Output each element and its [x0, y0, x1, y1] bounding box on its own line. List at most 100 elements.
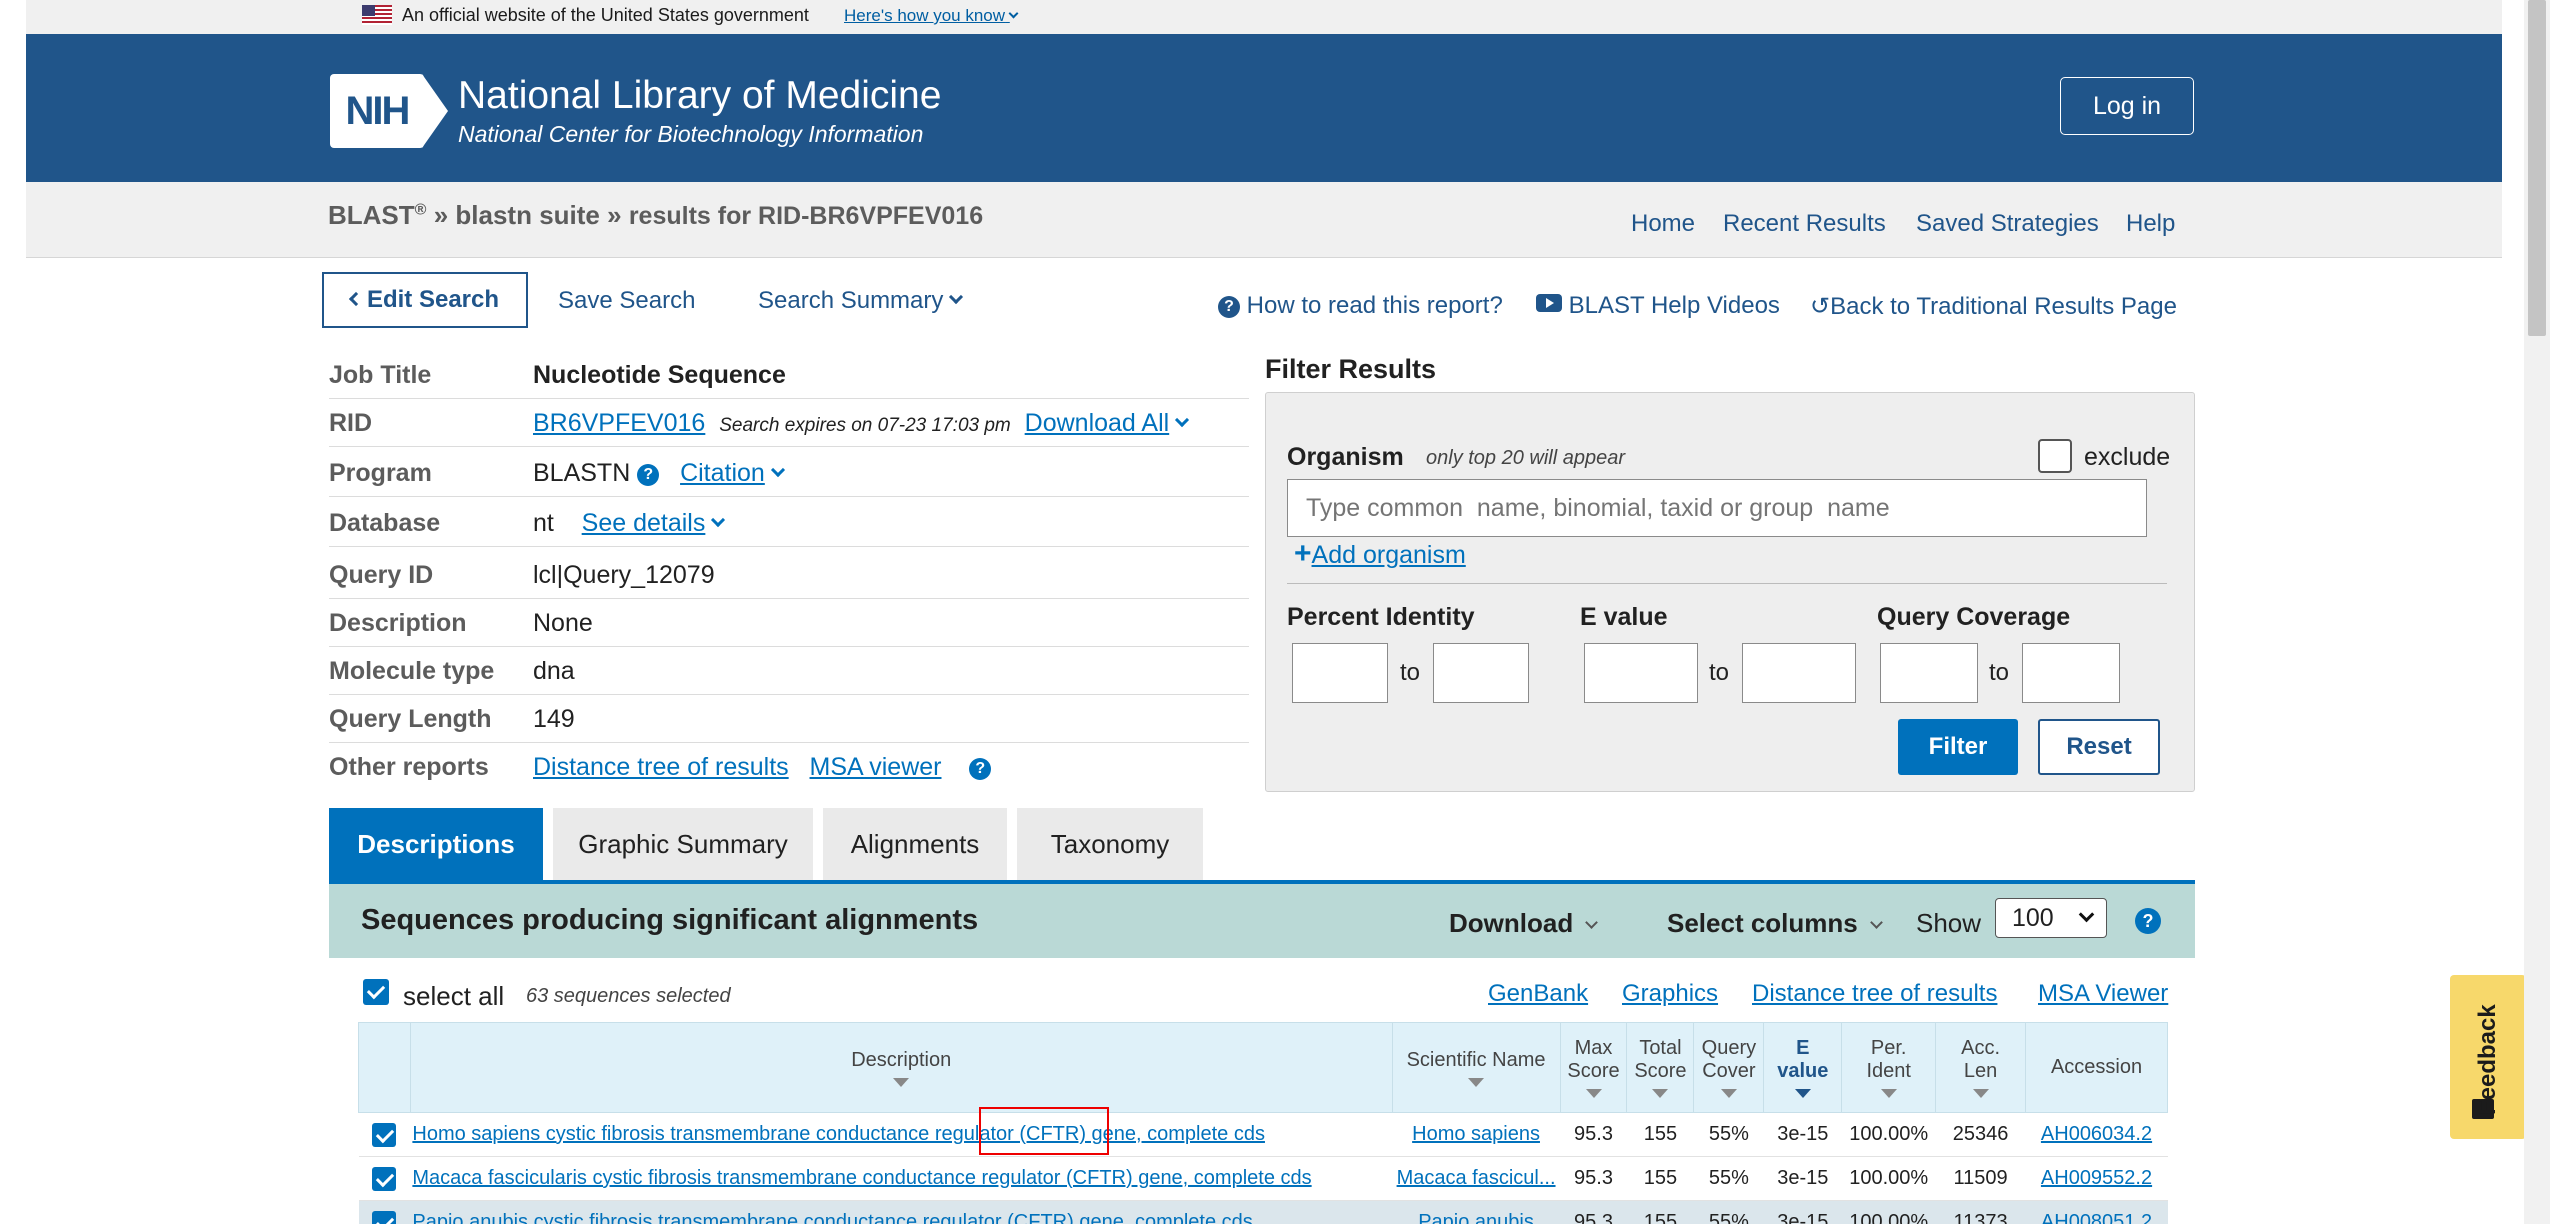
col-total-score[interactable]: Total Score [1626, 1022, 1695, 1113]
tab-alignments[interactable]: Alignments [823, 808, 1007, 880]
feedback-button[interactable]: Feedback [2450, 975, 2526, 1139]
nav-saved-strategies[interactable]: Saved Strategies [1916, 210, 2099, 238]
add-organism-link[interactable]: +Add organism [1294, 537, 1466, 571]
e-value-from[interactable] [1584, 643, 1698, 703]
help-circle-icon[interactable]: ? [2135, 908, 2161, 934]
program-value: BLASTN [533, 459, 631, 487]
row-checkbox[interactable] [372, 1166, 397, 1191]
tab-taxonomy[interactable]: Taxonomy [1017, 808, 1203, 880]
tab-graphic-summary[interactable]: Graphic Summary [553, 808, 813, 880]
nlm-header: NIH National Library of Medicine Nationa… [26, 34, 2502, 182]
save-search-link[interactable]: Save Search [558, 287, 695, 315]
molecule-type-value: dna [533, 657, 575, 685]
row-accession-link[interactable]: AH008051.2 [2041, 1211, 2152, 1224]
col-acc-len[interactable]: Acc. Len [1935, 1022, 2027, 1113]
msa-viewer-link[interactable]: MSA viewer [810, 753, 942, 781]
nav-recent-results[interactable]: Recent Results [1723, 210, 1886, 238]
query-coverage-from[interactable] [1880, 643, 1978, 703]
how-to-read-link[interactable]: ? How to read this report? [1218, 292, 1503, 320]
distance-tree-link-2[interactable]: Distance tree of results [1752, 980, 1997, 1008]
e-value-label: E value [1580, 603, 1668, 631]
download-dropdown[interactable]: Download [1449, 908, 1599, 939]
breadcrumb-blast[interactable]: BLAST [328, 200, 415, 230]
distance-tree-link[interactable]: Distance tree of results [533, 753, 789, 781]
table-row[interactable]: Papio anubis cystic fibrosis transmembra… [358, 1200, 2168, 1224]
e-value-to[interactable] [1742, 643, 1856, 703]
row-description-link[interactable]: Papio anubis cystic fibrosis transmembra… [412, 1211, 1252, 1224]
blast-help-videos-link[interactable]: BLAST Help Videos [1536, 292, 1780, 320]
sort-icon [1794, 1089, 1811, 1098]
col-scientific-name[interactable]: Scientific Name [1391, 1022, 1561, 1113]
reset-button[interactable]: Reset [2038, 719, 2160, 775]
query-coverage-to[interactable] [2022, 643, 2120, 703]
exclude-label: exclude [2084, 443, 2171, 471]
graphics-link[interactable]: Graphics [1622, 980, 1718, 1008]
nih-logo[interactable]: NIH [330, 74, 448, 148]
row-max-score: 95.3 [1560, 1200, 1627, 1224]
chevron-down-icon [949, 289, 964, 305]
edit-search-button[interactable]: Edit Search [322, 272, 528, 328]
row-scientific-name-link[interactable]: Homo sapiens [1412, 1123, 1540, 1145]
heres-how-you-know-link[interactable]: Here's how you know [844, 6, 1019, 26]
nlm-title[interactable]: National Library of Medicine [458, 74, 941, 118]
query-id-row: Query ID lcl|Query_12079 [329, 551, 1249, 599]
row-description-link[interactable]: Homo sapiens cystic fibrosis transmembra… [412, 1123, 1265, 1145]
percent-identity-from[interactable] [1292, 643, 1388, 703]
breadcrumb-blastn-suite[interactable]: blastn suite [455, 200, 599, 230]
help-circle-icon[interactable]: ? [969, 758, 992, 780]
show-count-select[interactable]: 100 [1995, 898, 2107, 938]
rid-expires: Search expires on 07-23 17:03 pm [719, 415, 1011, 436]
login-button[interactable]: Log in [2060, 77, 2194, 135]
filter-button[interactable]: Filter [1898, 719, 2018, 775]
us-flag-icon [362, 5, 392, 25]
show-label: Show [1916, 908, 1982, 938]
chevron-left-icon [348, 291, 364, 307]
table-row[interactable]: Homo sapiens cystic fibrosis transmembra… [358, 1112, 2168, 1157]
col-query-cover[interactable]: Query Cover [1693, 1022, 1765, 1113]
row-checkbox[interactable] [372, 1122, 397, 1147]
scrollbar-thumb[interactable] [2528, 0, 2546, 336]
citation-link[interactable]: Citation [680, 459, 765, 487]
ncbi-subtitle: National Center for Biotechnology Inform… [458, 121, 924, 147]
percent-identity-to[interactable] [1433, 643, 1529, 703]
nav-home[interactable]: Home [1631, 210, 1695, 238]
help-circle-icon[interactable]: ? [637, 464, 660, 486]
row-description-link[interactable]: Macaca fascicularis cystic fibrosis tran… [412, 1167, 1311, 1189]
other-reports-row: Other reports Distance tree of results M… [329, 743, 1249, 791]
row-query-cover: 55% [1693, 1200, 1764, 1224]
col-per-ident[interactable]: Per. Ident [1841, 1022, 1937, 1113]
back-traditional-link[interactable]: ↺Back to Traditional Results Page [1810, 292, 2177, 321]
genbank-link[interactable]: GenBank [1488, 980, 1588, 1008]
sort-icon [893, 1077, 910, 1087]
highlight-box [979, 1107, 1109, 1155]
row-accession-link[interactable]: AH009552.2 [2041, 1167, 2152, 1189]
col-max-score[interactable]: Max Score [1559, 1022, 1628, 1113]
see-details-link[interactable]: See details [582, 509, 706, 537]
select-all-checkbox[interactable] [363, 979, 389, 1005]
row-checkbox[interactable] [372, 1210, 397, 1224]
table-row[interactable]: Macaca fascicularis cystic fibrosis tran… [358, 1156, 2168, 1201]
breadcrumb-results: results for RID-BR6VPFEV016 [628, 202, 984, 230]
tab-descriptions[interactable]: Descriptions [329, 808, 543, 880]
col-accession[interactable]: Accession [2025, 1022, 2168, 1113]
sort-icon [1652, 1089, 1669, 1098]
row-query-cover: 55% [1693, 1112, 1764, 1157]
rid-link[interactable]: BR6VPFEV016 [533, 409, 705, 437]
download-all-link[interactable]: Download All [1025, 409, 1170, 437]
organism-input[interactable] [1287, 479, 2147, 537]
row-scientific-name-link[interactable]: Papio anubis [1418, 1211, 1534, 1224]
row-scientific-name-link[interactable]: Macaca fascicul... [1397, 1167, 1556, 1189]
query-coverage-label: Query Coverage [1877, 603, 2071, 631]
plus-icon: + [1294, 537, 1312, 570]
search-summary-link[interactable]: Search Summary [758, 287, 964, 315]
row-e-value: 3e-15 [1763, 1112, 1842, 1157]
col-e-value[interactable]: Evalue [1763, 1022, 1843, 1113]
nav-help[interactable]: Help [2126, 210, 2175, 238]
col-description[interactable]: Description [409, 1022, 1393, 1113]
row-accession-link[interactable]: AH006034.2 [2041, 1123, 2152, 1145]
database-value: nt [533, 509, 554, 537]
msa-viewer-link-2[interactable]: MSA Viewer [2038, 980, 2168, 1008]
exclude-checkbox[interactable] [2038, 439, 2072, 473]
select-columns-dropdown[interactable]: Select columns [1667, 908, 1883, 939]
results-title: Sequences producing significant alignmen… [361, 904, 979, 936]
